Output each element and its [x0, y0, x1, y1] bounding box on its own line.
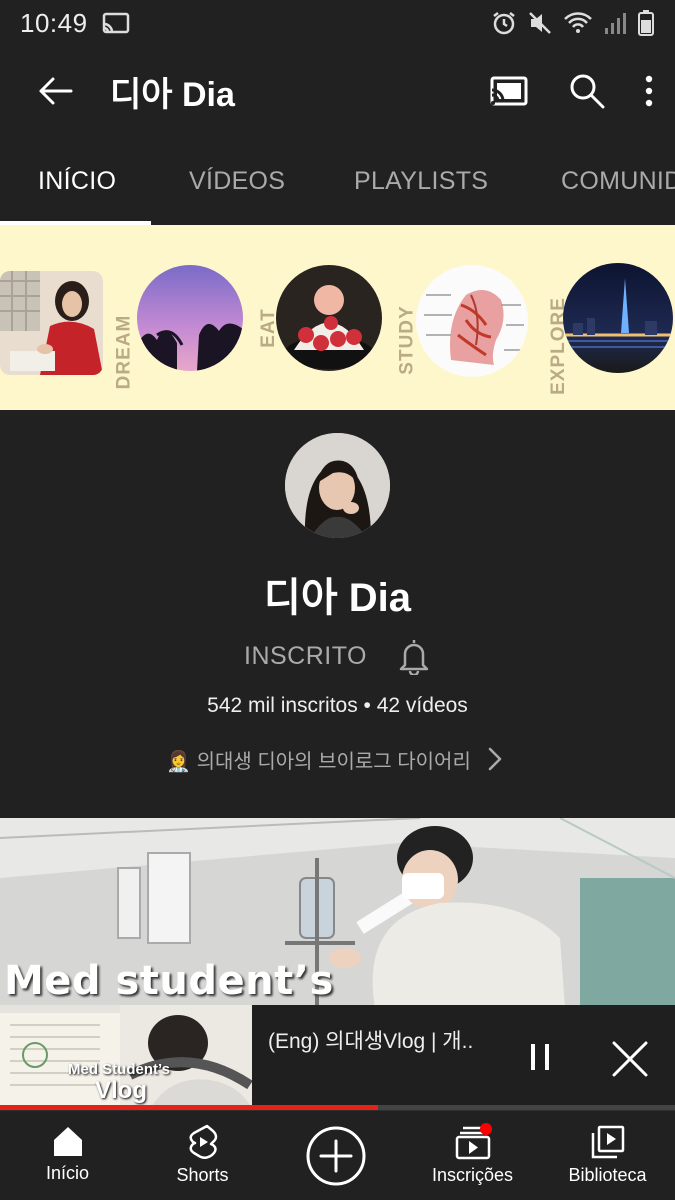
miniplayer[interactable]: Med Student’s Vlog (Eng) 의대생Vlog | 개.. [0, 1005, 675, 1109]
status-time: 10:49 [20, 7, 88, 38]
channel-banner: DREAM EAT STUDY EXPLORE [0, 225, 675, 410]
signal-icon [605, 13, 626, 34]
miniplayer-title[interactable]: (Eng) 의대생Vlog | 개.. [268, 1025, 473, 1055]
channel-stats: 542 mil inscritos • 42 vídeos [207, 694, 468, 717]
wifi-icon [564, 12, 592, 33]
back-button[interactable] [0, 46, 110, 136]
nav-label-shorts: Shorts [176, 1165, 229, 1185]
mute-icon [529, 12, 551, 34]
tab-comunidade[interactable]: COMUNID [561, 136, 675, 225]
search-icon[interactable] [569, 73, 605, 109]
channel-name: 디아 Dia [264, 576, 411, 620]
banner-photo-night-city [563, 263, 673, 373]
app-bar: 디아 Dia [0, 46, 675, 136]
alarm-icon [493, 12, 515, 35]
nav-item-subscriptions[interactable]: Inscrições [405, 1111, 540, 1200]
status-bar: 10:49 [0, 0, 675, 46]
subscribed-button[interactable]: INSCRITO [244, 642, 367, 671]
nav-item-library[interactable]: Biblioteca [540, 1111, 675, 1200]
channel-description-link[interactable]: 👩‍⚕️ 의대생 디아의 브이로그 다이어리 [0, 744, 675, 774]
banner-photo-anatomy [416, 265, 528, 377]
miniplayer-thumb-line1: Med Student’s [68, 1061, 170, 1078]
nav-label-subscriptions: Inscrições [431, 1165, 514, 1185]
library-icon [591, 1125, 624, 1159]
screencast-status-icon [102, 12, 129, 34]
create-icon[interactable] [305, 1125, 367, 1187]
nav-item-shorts[interactable]: Shorts [135, 1111, 270, 1200]
channel-description: 👩‍⚕️ 의대생 디아의 브이로그 다이어리 [166, 750, 471, 773]
nav-label-library: Biblioteca [568, 1165, 647, 1185]
banner-photo-study-girl [0, 271, 103, 375]
channel-avatar[interactable] [285, 433, 390, 538]
cast-icon[interactable] [489, 75, 529, 107]
miniplayer-thumbnail[interactable]: Med Student’s Vlog [0, 1005, 252, 1109]
tab-playlists[interactable]: PLAYLISTS [354, 136, 488, 225]
nav-item-home[interactable]: Início [0, 1111, 135, 1200]
miniplayer-thumb-line2: Vlog [95, 1077, 147, 1104]
nav-label-home: Início [45, 1163, 90, 1183]
channel-header: 디아 Dia INSCRITO 542 mil inscritos • 42 v… [0, 410, 675, 818]
more-vert-icon[interactable] [645, 75, 653, 107]
thumbnail-caption: Med student’s [4, 958, 334, 1004]
banner-photo-sky [137, 265, 243, 371]
close-icon[interactable] [608, 1037, 652, 1081]
back-arrow-icon [39, 77, 73, 105]
featured-video-thumbnail[interactable]: Med student’s [0, 818, 675, 1008]
tab-inicio[interactable]: INÍCIO [38, 136, 116, 225]
chevron-right-icon [488, 747, 502, 771]
pause-icon[interactable] [520, 1037, 560, 1077]
notification-dot [479, 1123, 492, 1135]
bottom-navigation: Início Shorts Inscrições Biblioteca [0, 1110, 675, 1200]
shorts-icon [189, 1124, 217, 1159]
page-title: 디아 Dia [110, 75, 235, 114]
subscriptions-icon [455, 1123, 492, 1160]
banner-word-dream: DREAM [113, 314, 135, 390]
battery-icon [638, 10, 654, 36]
tab-videos[interactable]: VÍDEOS [189, 136, 285, 225]
notification-bell-icon[interactable] [397, 637, 431, 675]
home-icon [53, 1127, 82, 1156]
channel-tabs: INÍCIO VÍDEOS PLAYLISTS COMUNID [0, 136, 675, 226]
banner-photo-dessert [276, 265, 382, 371]
